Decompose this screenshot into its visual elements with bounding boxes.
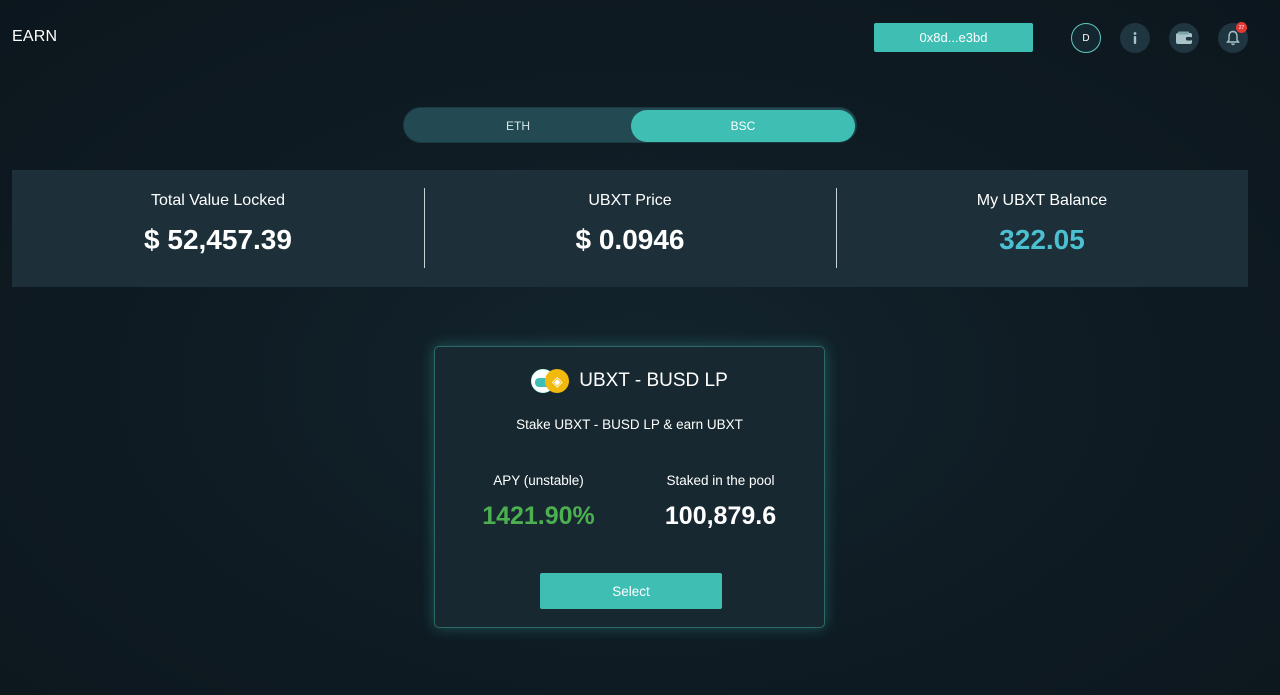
- pool-description: Stake UBXT - BUSD LP & earn UBXT: [516, 417, 743, 432]
- pool-stat-apy: APY (unstable) 1421.90%: [448, 473, 630, 531]
- staked-value: 100,879.6: [664, 502, 777, 530]
- stat-value: 322.05: [999, 224, 1085, 255]
- page-title: EARN: [12, 28, 58, 45]
- busd-logo-icon: ◈: [545, 369, 570, 393]
- stat-value: $ 52,457.39: [144, 224, 292, 255]
- stats-panel: Total Value Locked $ 52,457.39 UBXT Pric…: [12, 170, 1248, 287]
- wallet-address-button[interactable]: 0x8d...e3bd: [874, 23, 1033, 52]
- stat-label: Total Value Locked: [150, 192, 285, 209]
- avatar[interactable]: D: [1071, 23, 1101, 53]
- wallet-icon[interactable]: [1169, 23, 1199, 53]
- stat-ubxt-price: UBXT Price $ 0.0946: [424, 170, 836, 287]
- apy-label: APY (unstable): [493, 473, 584, 488]
- select-button[interactable]: Select: [540, 573, 722, 609]
- bell-icon[interactable]: 27: [1218, 22, 1248, 53]
- stat-total-value-locked: Total Value Locked $ 52,457.39: [12, 170, 424, 287]
- pool-card: ◈ UBXT - BUSD LP Stake UBXT - BUSD LP & …: [434, 346, 825, 628]
- pool-stat-staked: Staked in the pool 100,879.6: [630, 473, 812, 531]
- network-toggle: ETH BSC: [403, 107, 857, 143]
- wallet-icon-glyph: [1176, 31, 1192, 44]
- pool-header: ◈ UBXT - BUSD LP: [435, 367, 824, 395]
- stat-value: $ 0.0946: [575, 224, 685, 255]
- pool-title: UBXT - BUSD LP: [579, 370, 728, 391]
- stat-my-balance: My UBXT Balance 322.05: [836, 170, 1248, 287]
- info-icon[interactable]: [1120, 23, 1150, 53]
- info-icon-glyph: [1133, 32, 1137, 44]
- pool-token-logos: ◈: [531, 367, 573, 395]
- tab-eth[interactable]: ETH: [406, 110, 630, 142]
- pool-stats: APY (unstable) 1421.90% Staked in the po…: [435, 473, 824, 531]
- tab-bsc[interactable]: BSC: [631, 110, 855, 142]
- stat-label: UBXT Price: [588, 192, 672, 209]
- bell-icon-glyph: [1226, 30, 1240, 46]
- staked-label: Staked in the pool: [666, 473, 775, 488]
- apy-value: 1421.90%: [482, 502, 595, 530]
- notification-badge: 27: [1236, 22, 1247, 33]
- stat-label: My UBXT Balance: [976, 192, 1108, 209]
